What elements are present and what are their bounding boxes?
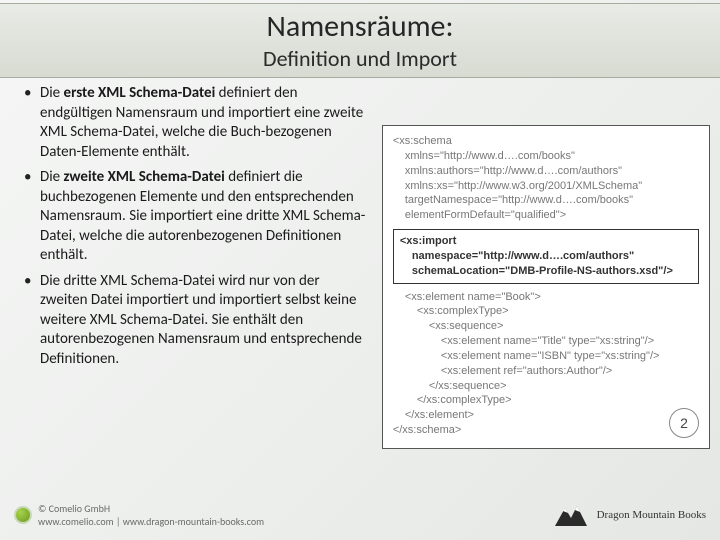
code-line: <xs:element name="Book"> [393, 290, 699, 305]
code-line: <xs:complexType> [393, 304, 699, 319]
code-line: </xs:sequence> [393, 379, 699, 394]
bold-text: erste XML Schema-Datei [64, 84, 216, 102]
text: Die dritte XML Schema-Datei wird nur von… [40, 272, 362, 368]
slide-subtitle: Definition und Import [263, 45, 457, 72]
code-line: <xs:sequence> [393, 319, 699, 334]
body: Die erste XML Schema-Datei definiert den… [18, 84, 710, 490]
list-item: Die erste XML Schema-Datei definiert den… [18, 84, 370, 162]
code-line: namespace="http://www.d….com/authors" [400, 249, 692, 264]
slide: Namensräume: Definition und Import Die e… [0, 0, 720, 540]
code-line: <xs:element name="ISBN" type="xs:string"… [393, 349, 699, 364]
code-line: xmlns="http://www.d….com/books" [393, 149, 699, 164]
comelio-logo-icon [14, 506, 32, 524]
code-line: </xs:element> [393, 408, 699, 423]
code-line: <xs:schema [393, 134, 699, 149]
footer-urls: www.comelio.com | www.dragon-mountain-bo… [38, 515, 264, 528]
page-number: 2 [669, 408, 699, 438]
code-block: <xs:schema xmlns="http://www.d….com/book… [382, 125, 710, 449]
code-line: targetNamespace="http://www.d….com/books… [393, 193, 699, 208]
code-line: <xs:import [400, 234, 692, 249]
code-line: </xs:complexType> [393, 393, 699, 408]
left-column: Die erste XML Schema-Datei definiert den… [18, 84, 378, 490]
mountain-logo-icon [551, 502, 591, 528]
list-item: Die dritte XML Schema-Datei wird nur von… [18, 272, 370, 370]
copyright: © Comelio GmbH [38, 502, 264, 515]
footer: © Comelio GmbH www.comelio.com | www.dra… [0, 494, 720, 536]
code-line: <xs:element ref="authors:Author"/> [393, 364, 699, 379]
bold-text: zweite XML Schema-Datei [64, 168, 225, 186]
right-column: <xs:schema xmlns="http://www.d….com/book… [378, 84, 710, 490]
code-line: elementFormDefault="qualified"> [393, 208, 699, 223]
highlighted-block: <xs:import namespace="http://www.d….com/… [393, 229, 699, 284]
code-line: xmlns:xs="http://www.w3.org/2001/XMLSche… [393, 179, 699, 194]
footer-right: Dragon Mountain Books [551, 502, 706, 528]
code-line: <xs:element name="Title" type="xs:string… [393, 334, 699, 349]
footer-left-text: © Comelio GmbH www.comelio.com | www.dra… [38, 502, 264, 528]
footer-left: © Comelio GmbH www.comelio.com | www.dra… [14, 502, 264, 528]
code-line: </xs:schema> [393, 423, 699, 438]
text: Die [40, 168, 64, 186]
brand-name: Dragon Mountain Books [597, 509, 706, 521]
code-line: xmlns:authors="http://www.d….com/authors… [393, 164, 699, 179]
header: Namensräume: Definition und Import [0, 3, 720, 78]
slide-title: Namensräume: [266, 10, 453, 43]
bullet-list: Die erste XML Schema-Datei definiert den… [18, 84, 370, 369]
text: Die [40, 84, 64, 102]
list-item: Die zweite XML Schema-Datei definiert di… [18, 168, 370, 266]
code-line: schemaLocation="DMB-Profile-NS-authors.x… [400, 264, 692, 279]
